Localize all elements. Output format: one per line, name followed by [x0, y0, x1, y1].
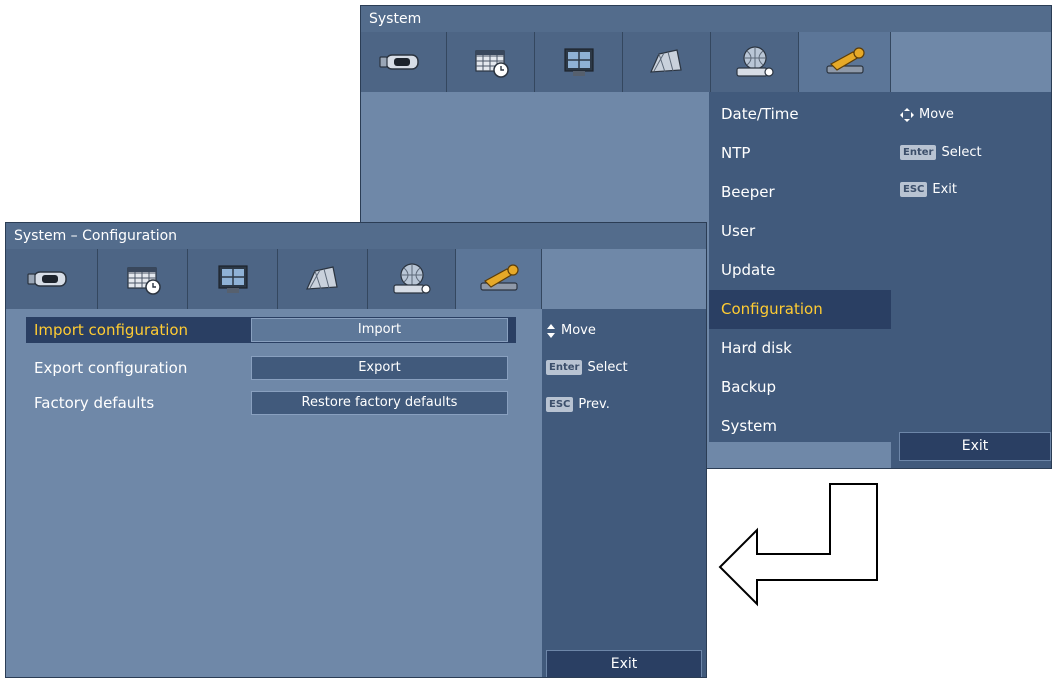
tab-strip-filler — [542, 249, 706, 309]
hint-exit-label: Exit — [932, 182, 957, 197]
hint-exit: ESC Exit — [900, 182, 957, 197]
factory-defaults-row[interactable]: Factory defaults Restore factory default… — [26, 390, 516, 416]
tools-icon — [479, 264, 519, 291]
menu-item-date-time[interactable]: Date/Time — [709, 95, 891, 134]
tab-system[interactable] — [456, 249, 542, 309]
menu-item-hard-disk[interactable]: Hard disk — [709, 329, 891, 368]
network-icon — [735, 46, 774, 77]
hint-select-label: Select — [941, 145, 982, 160]
tab-camera[interactable] — [6, 249, 98, 309]
configuration-window: System – Configuration Import configurat… — [5, 222, 707, 678]
event-icon — [305, 266, 338, 290]
configuration-hints-panel: Move Enter Select ESC Prev. Exit — [542, 309, 706, 677]
tab-schedule[interactable] — [98, 249, 188, 309]
monitor-icon — [217, 265, 248, 294]
monitor-icon — [563, 48, 594, 77]
restore-factory-defaults-button[interactable]: Restore factory defaults — [251, 391, 508, 415]
camera-icon — [26, 271, 67, 287]
esc-key-badge: ESC — [546, 397, 574, 412]
export-configuration-label: Export configuration — [34, 359, 188, 377]
import-button[interactable]: Import — [251, 318, 508, 342]
menu-item-ntp[interactable]: NTP — [709, 134, 891, 173]
menu-item-configuration[interactable]: Configuration — [709, 290, 891, 329]
schedule-icon — [474, 50, 509, 78]
hint-move-label: Move — [561, 323, 596, 338]
menu-item-system[interactable]: System — [709, 407, 891, 446]
menu-item-user[interactable]: User — [709, 212, 891, 251]
esc-key-badge: ESC — [900, 182, 928, 197]
hint-move: Move — [900, 107, 954, 122]
schedule-icon — [126, 267, 161, 295]
tab-system[interactable] — [799, 32, 891, 92]
tab-event[interactable] — [623, 32, 711, 92]
export-configuration-row[interactable]: Export configuration Export — [26, 355, 516, 381]
system-window-title: System — [361, 6, 1051, 32]
tab-display[interactable] — [188, 249, 278, 309]
factory-defaults-label: Factory defaults — [34, 394, 155, 412]
tab-network[interactable] — [368, 249, 456, 309]
enter-key-badge: Enter — [900, 145, 937, 160]
tab-network[interactable] — [711, 32, 799, 92]
tab-event[interactable] — [278, 249, 368, 309]
up-down-arrows-icon — [547, 323, 555, 338]
hint-select: Enter Select — [546, 360, 628, 375]
four-way-arrows-icon — [900, 107, 914, 122]
system-submenu: Date/Time NTP Beeper User Update Configu… — [709, 92, 891, 442]
event-icon — [649, 49, 682, 73]
hint-prev-label: Prev. — [578, 397, 610, 412]
elbow-arrow-icon — [718, 483, 878, 607]
configuration-window-title: System – Configuration — [6, 223, 706, 249]
configuration-exit-button[interactable]: Exit — [546, 650, 702, 677]
import-configuration-label: Import configuration — [34, 321, 189, 339]
hint-select: Enter Select — [900, 145, 982, 160]
hint-select-label: Select — [587, 360, 628, 375]
hint-prev: ESC Prev. — [546, 397, 610, 412]
system-exit-button[interactable]: Exit — [899, 432, 1051, 461]
export-button[interactable]: Export — [251, 356, 508, 380]
system-hints-panel: Move Enter Select ESC Exit Exit — [891, 92, 1051, 468]
tab-strip-filler — [891, 32, 1051, 92]
menu-item-beeper[interactable]: Beeper — [709, 173, 891, 212]
menu-item-backup[interactable]: Backup — [709, 368, 891, 407]
tab-schedule[interactable] — [447, 32, 535, 92]
tab-display[interactable] — [535, 32, 623, 92]
menu-item-update[interactable]: Update — [709, 251, 891, 290]
hint-move: Move — [546, 323, 596, 338]
import-configuration-row[interactable]: Import configuration Import — [26, 317, 516, 343]
camera-icon — [378, 54, 419, 70]
network-icon — [392, 263, 431, 294]
tools-icon — [825, 47, 865, 74]
hint-move-label: Move — [919, 107, 954, 122]
enter-key-badge: Enter — [546, 360, 583, 375]
tab-camera[interactable] — [361, 32, 447, 92]
